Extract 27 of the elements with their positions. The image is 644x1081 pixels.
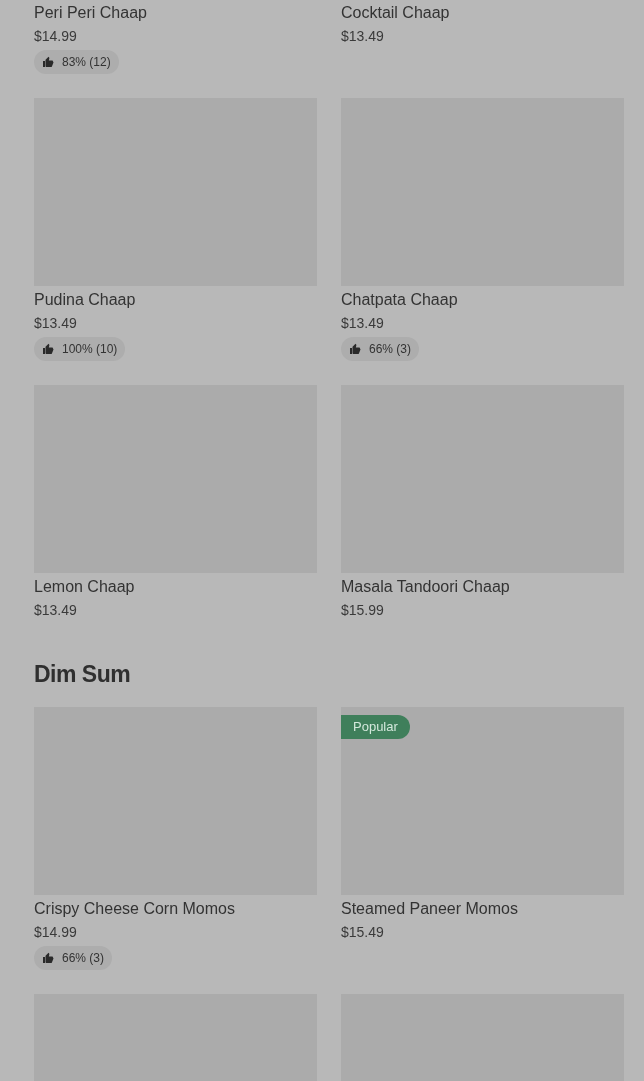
item-name[interactable]: Peri Peri Chaap — [34, 2, 147, 24]
item-price: $13.49 — [34, 601, 77, 620]
image-placeholder[interactable]: Popular — [341, 707, 624, 895]
item-name[interactable]: Pudina Chaap — [34, 289, 136, 311]
item-name[interactable]: Crispy Cheese Corn Momos — [34, 898, 235, 920]
rating-text: 100% (10) — [62, 341, 118, 358]
item-price: $15.49 — [341, 923, 384, 942]
item-name[interactable]: Lemon Chaap — [34, 576, 135, 598]
rating-text: 66% (3) — [62, 950, 105, 967]
thumbs-up-icon — [42, 343, 54, 355]
item-price: $13.49 — [34, 314, 77, 333]
item-price: $15.99 — [341, 601, 384, 620]
item-price: $14.99 — [34, 923, 77, 942]
item-name[interactable]: Chatpata Chaap — [341, 289, 458, 311]
section-heading: Dim Sum — [34, 660, 132, 689]
item-name[interactable]: Cocktail Chaap — [341, 2, 450, 24]
rating-text: 66% (3) — [369, 341, 412, 358]
thumbs-up-icon — [42, 952, 54, 964]
popular-badge: Popular — [341, 715, 410, 739]
item-name[interactable]: Masala Tandoori Chaap — [341, 576, 510, 598]
item-price: $13.49 — [341, 27, 384, 46]
item-price: $13.49 — [341, 314, 384, 333]
rating-text: 83% (12) — [62, 54, 111, 71]
item-name[interactable]: Steamed Paneer Momos — [341, 898, 518, 920]
item-price: $14.99 — [34, 27, 77, 46]
thumbs-up-icon — [349, 343, 361, 355]
thumbs-up-icon — [42, 56, 54, 68]
